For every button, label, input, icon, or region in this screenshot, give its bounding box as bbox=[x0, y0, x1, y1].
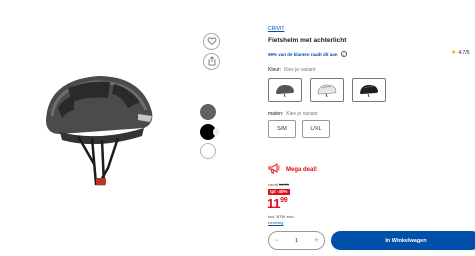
color-hint: Kies je variant bbox=[284, 67, 316, 73]
info-icon[interactable]: i bbox=[340, 51, 347, 57]
price-main: 11 bbox=[267, 196, 281, 211]
old-price: vanaf 14.99 bbox=[268, 182, 289, 187]
size-button-s-m[interactable]: S/M bbox=[268, 120, 296, 138]
old-price-value: 14.99 bbox=[278, 182, 289, 187]
quantity-value[interactable]: 1 bbox=[295, 238, 298, 244]
color-swatch-black[interactable] bbox=[200, 124, 219, 140]
tax-note: Incl. BTW excl. bbox=[268, 214, 295, 219]
discount-badge: tpt -40% bbox=[268, 189, 290, 195]
color-option-label: Kleur: Kies je variant bbox=[268, 67, 315, 73]
variant-thumbnail-grey[interactable] bbox=[268, 78, 302, 102]
favorite-button[interactable] bbox=[203, 33, 220, 50]
share-icon bbox=[207, 53, 217, 71]
star-icon: ★ bbox=[451, 50, 457, 56]
brand-link[interactable]: CRIVIT bbox=[268, 26, 284, 32]
rating-value: 4.7/5 bbox=[458, 49, 470, 56]
color-swatch-white[interactable] bbox=[200, 143, 216, 159]
color-swatch-grey[interactable] bbox=[200, 104, 216, 120]
deal-label: Mega deal! bbox=[286, 166, 318, 173]
recommendation-text: 99% van de klanten raadt dit aan bbox=[268, 51, 338, 57]
size-label: maten: bbox=[268, 111, 284, 117]
quantity-stepper[interactable]: − 1 + bbox=[268, 231, 325, 250]
size-hint: Kies je variant bbox=[286, 111, 318, 117]
size-button-l-xl[interactable]: L/XL bbox=[302, 120, 330, 138]
delivery-link[interactable]: Levering bbox=[268, 220, 283, 225]
product-title: Fietshelm met achterlicht bbox=[268, 37, 347, 44]
color-label: Kleur: bbox=[268, 67, 282, 73]
megaphone-icon bbox=[268, 163, 280, 176]
rating[interactable]: ★ 4.7/5 bbox=[451, 49, 470, 57]
add-to-cart-button[interactable]: In Winkelwagen bbox=[331, 231, 475, 250]
decrease-button[interactable]: − bbox=[274, 236, 279, 245]
variant-thumbnail-white[interactable] bbox=[310, 78, 344, 102]
increase-button[interactable]: + bbox=[314, 236, 319, 245]
current-price: 1199 bbox=[267, 196, 288, 211]
price-cents: 99 bbox=[280, 197, 288, 204]
deal-badge: Mega deal! bbox=[268, 163, 317, 176]
from-label: vanaf bbox=[268, 182, 278, 187]
recommendation: 99% van de klanten raadt dit aan i bbox=[268, 51, 347, 57]
variant-thumbnail-black[interactable] bbox=[352, 78, 386, 102]
share-button[interactable] bbox=[203, 53, 220, 70]
size-option-label: maten: Kies je variant bbox=[268, 111, 318, 117]
heart-icon bbox=[207, 33, 217, 51]
product-image[interactable] bbox=[38, 58, 158, 194]
